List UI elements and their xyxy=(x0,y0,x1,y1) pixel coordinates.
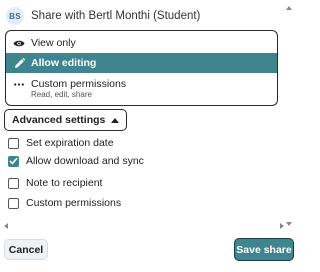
share-header: BS Share with Bertl Monthi (Student) xyxy=(6,6,200,26)
scroll-right-icon[interactable] xyxy=(280,223,284,229)
option-label: Allow download and sync xyxy=(26,155,144,167)
avatar: BS xyxy=(6,7,24,25)
scroll-down-icon[interactable] xyxy=(286,222,292,226)
note-to-recipient-checkbox[interactable] xyxy=(8,177,19,189)
expiration-date-checkbox[interactable] xyxy=(8,137,19,149)
eye-icon xyxy=(13,39,25,48)
permission-option-allow-editing[interactable]: Allow editing xyxy=(6,53,277,73)
permission-option-view-only[interactable]: View only xyxy=(6,34,277,52)
advanced-settings-toggle[interactable]: Advanced settings xyxy=(4,109,128,131)
option-label: Set expiration date xyxy=(26,137,114,149)
permission-option-label: Custom permissions xyxy=(31,78,127,90)
option-label: Note to recipient xyxy=(26,177,103,189)
share-title: Share with Bertl Monthi (Student) xyxy=(31,10,201,22)
pencil-icon xyxy=(13,57,25,69)
advanced-settings-label: Advanced settings xyxy=(12,114,106,126)
permission-menu: View only Allow editing Custom permissio… xyxy=(5,30,278,106)
cancel-button[interactable]: Cancel xyxy=(4,239,48,260)
expiration-date-option[interactable]: Set expiration date xyxy=(8,136,114,150)
option-label: Custom permissions xyxy=(26,197,122,209)
share-dialog: BS Share with Bertl Monthi (Student) Vie… xyxy=(0,0,300,272)
custom-permissions-option[interactable]: Custom permissions xyxy=(8,196,121,210)
allow-download-checkbox[interactable] xyxy=(8,155,19,167)
scroll-left-icon[interactable] xyxy=(4,223,8,229)
custom-permissions-checkbox[interactable] xyxy=(8,197,19,209)
permission-option-label: View only xyxy=(31,37,76,49)
save-share-button[interactable]: Save share xyxy=(234,238,294,261)
permission-option-description: Read, edit, share xyxy=(31,90,92,99)
more-horizontal-icon xyxy=(13,83,25,86)
vertical-scrollbar[interactable] xyxy=(283,4,295,228)
allow-download-option[interactable]: Allow download and sync xyxy=(8,154,144,168)
permission-option-label: Allow editing xyxy=(31,57,97,69)
note-to-recipient-option[interactable]: Note to recipient xyxy=(8,176,102,190)
triangle-up-icon xyxy=(111,114,120,126)
permission-option-text: Custom permissions Read, edit, share xyxy=(31,78,126,100)
scroll-up-icon[interactable] xyxy=(286,6,292,10)
permission-option-custom[interactable]: Custom permissions Read, edit, share xyxy=(6,78,277,104)
horizontal-scrollbar[interactable] xyxy=(4,222,284,230)
checkmark-icon xyxy=(9,157,18,165)
